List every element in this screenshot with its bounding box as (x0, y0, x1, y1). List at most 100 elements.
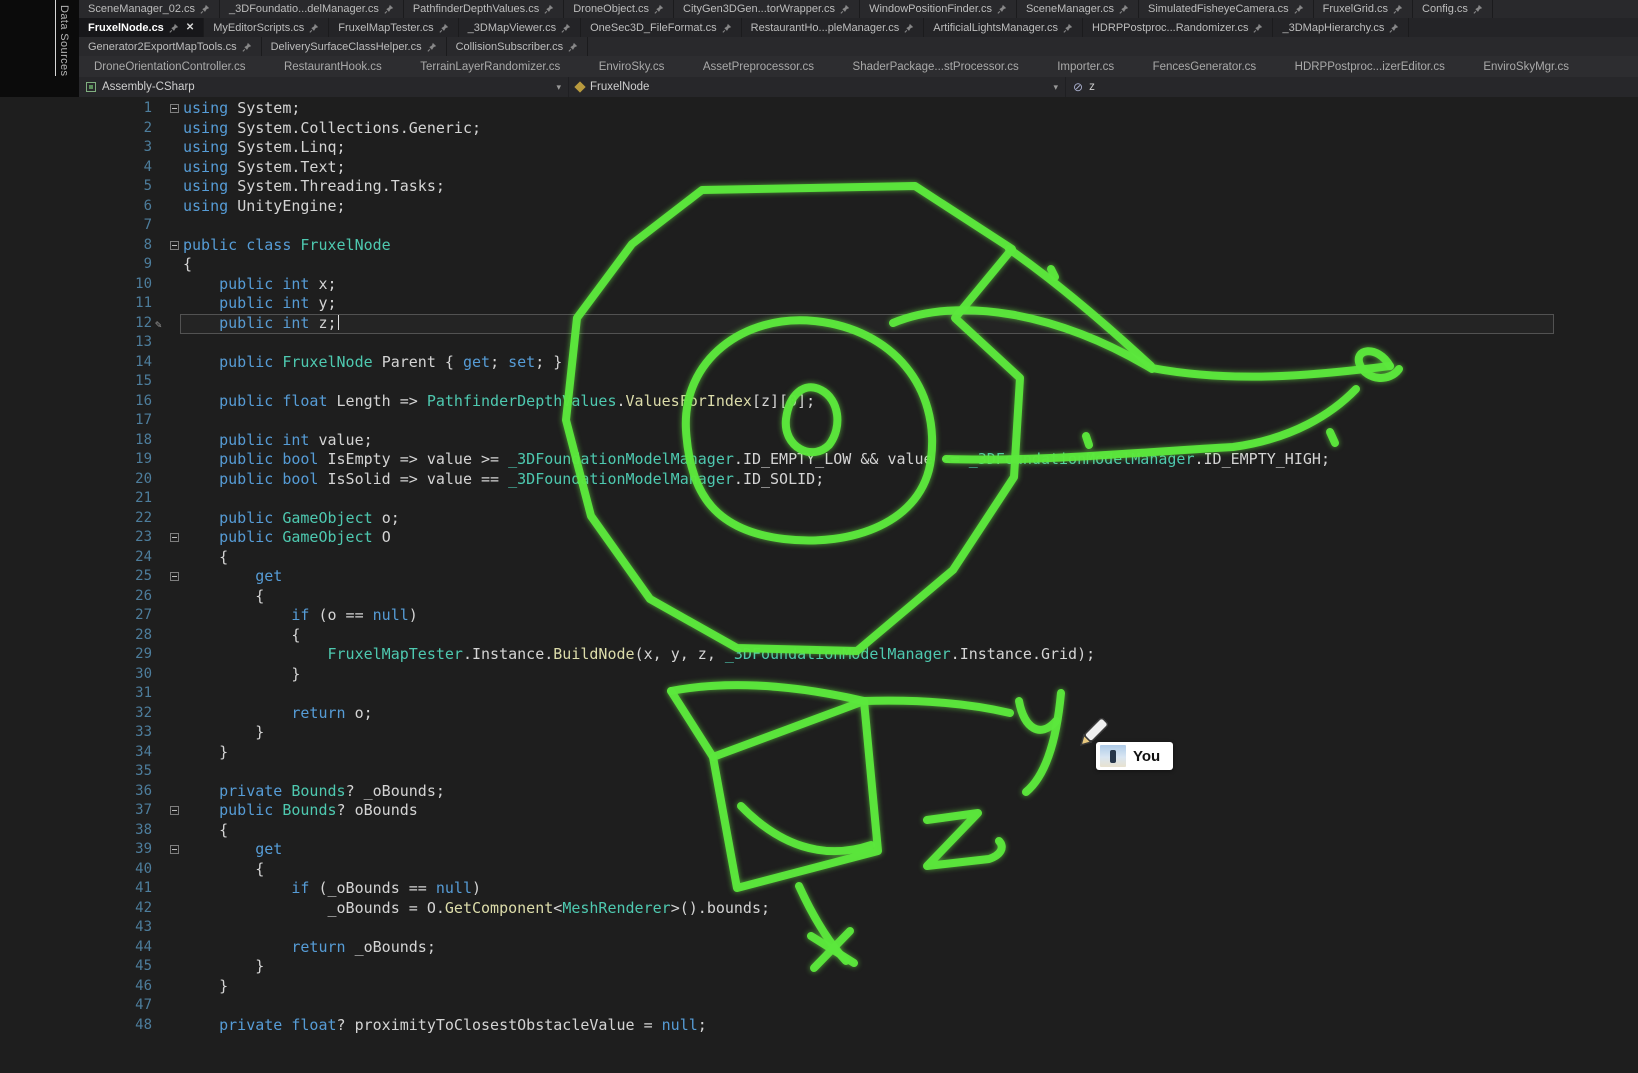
pin-icon[interactable] (568, 42, 578, 52)
code-line-22[interactable]: 22 public GameObject o; (0, 509, 1638, 529)
tab-OneSec3D_FileFormat.cs[interactable]: OneSec3D_FileFormat.cs (581, 18, 742, 37)
close-icon[interactable]: ✕ (186, 22, 194, 33)
code-line-37[interactable]: 37 public Bounds? oBounds (0, 801, 1638, 821)
pin-icon[interactable] (1389, 23, 1399, 33)
code-line-25[interactable]: 25 get (0, 567, 1638, 587)
code-line-5[interactable]: 5using System.Threading.Tasks; (0, 177, 1638, 197)
tab-Generator2ExportMapTools.cs[interactable]: Generator2ExportMapTools.cs (79, 37, 262, 56)
tab-DeliverySurfaceClassHelper.cs[interactable]: DeliverySurfaceClassHelper.cs (262, 37, 447, 56)
tab-RestaurantHook.cs[interactable]: RestaurantHook.cs (275, 56, 391, 77)
code-line-38[interactable]: 38 { (0, 821, 1638, 841)
code-line-42[interactable]: 42 _oBounds = O.GetComponent<MeshRendere… (0, 899, 1638, 919)
code-line-48[interactable]: 48 private float? proximityToClosestObst… (0, 1016, 1638, 1036)
fold-toggle[interactable] (170, 845, 179, 854)
code-line-35[interactable]: 35 (0, 762, 1638, 782)
pin-icon[interactable] (384, 4, 394, 14)
member-dropdown[interactable]: ⊘ z (1066, 77, 1638, 97)
tab-SimulatedFisheyeCamera.cs[interactable]: SimulatedFisheyeCamera.cs (1139, 0, 1314, 18)
code-line-19[interactable]: 19 public bool IsEmpty => value >= _3DFo… (0, 450, 1638, 470)
code-line-32[interactable]: 32 return o; (0, 704, 1638, 724)
code-line-40[interactable]: 40 { (0, 860, 1638, 880)
code-line-14[interactable]: 14 public FruxelNode Parent { get; set; … (0, 353, 1638, 373)
chevron-down-icon[interactable]: ▾ (556, 82, 561, 93)
tab-RestaurantHo...pleManager.cs[interactable]: RestaurantHo...pleManager.cs (742, 18, 925, 37)
code-line-47[interactable]: 47 (0, 996, 1638, 1016)
code-line-16[interactable]: 16 public float Length => PathfinderDept… (0, 392, 1638, 412)
pin-icon[interactable] (200, 4, 210, 14)
pin-icon[interactable] (1063, 23, 1073, 33)
code-line-43[interactable]: 43 (0, 918, 1638, 938)
code-line-17[interactable]: 17 (0, 411, 1638, 431)
pin-icon[interactable] (439, 23, 449, 33)
code-line-31[interactable]: 31 (0, 684, 1638, 704)
code-line-41[interactable]: 41 if (_oBounds == null) (0, 879, 1638, 899)
tab-_3DMapViewer.cs[interactable]: _3DMapViewer.cs (459, 18, 581, 37)
code-line-26[interactable]: 26 { (0, 587, 1638, 607)
code-line-18[interactable]: 18 public int value; (0, 431, 1638, 451)
pin-icon[interactable] (561, 23, 571, 33)
code-line-45[interactable]: 45 } (0, 957, 1638, 977)
code-line-34[interactable]: 34 } (0, 743, 1638, 763)
fold-toggle[interactable] (170, 806, 179, 815)
pin-icon[interactable] (242, 42, 252, 52)
tab-EnviroSkyMgr.cs[interactable]: EnviroSkyMgr.cs (1474, 56, 1578, 77)
pin-icon[interactable] (1119, 4, 1129, 14)
code-line-13[interactable]: 13 (0, 333, 1638, 353)
tab-SceneManager_02.cs[interactable]: SceneManager_02.cs (79, 0, 220, 18)
pin-icon[interactable] (654, 4, 664, 14)
fold-toggle[interactable] (170, 104, 179, 113)
fold-toggle[interactable] (170, 572, 179, 581)
pin-icon[interactable] (1253, 23, 1263, 33)
code-line-2[interactable]: 2using System.Collections.Generic; (0, 119, 1638, 139)
pin-icon[interactable] (840, 4, 850, 14)
tab-ShaderPackage...stProcessor.cs[interactable]: ShaderPackage...stProcessor.cs (844, 56, 1028, 77)
tab-FruxelNode.cs[interactable]: FruxelNode.cs✕ (79, 18, 204, 37)
code-line-1[interactable]: 1using System; (0, 99, 1638, 119)
tab-CityGen3DGen...torWrapper.cs[interactable]: CityGen3DGen...torWrapper.cs (674, 0, 860, 18)
tab-Config.cs[interactable]: Config.cs (1413, 0, 1493, 18)
pin-icon[interactable] (904, 23, 914, 33)
code-line-23[interactable]: 23 public GameObject O (0, 528, 1638, 548)
tab-CollisionSubscriber.cs[interactable]: CollisionSubscriber.cs (447, 37, 589, 56)
code-line-11[interactable]: 11 public int y; (0, 294, 1638, 314)
code-line-46[interactable]: 46 } (0, 977, 1638, 997)
pin-icon[interactable] (1393, 4, 1403, 14)
tab-FencesGenerator.cs[interactable]: FencesGenerator.cs (1144, 56, 1266, 77)
code-line-33[interactable]: 33 } (0, 723, 1638, 743)
code-line-4[interactable]: 4using System.Text; (0, 158, 1638, 178)
tab-_3DFoundatio...delManager.cs[interactable]: _3DFoundatio...delManager.cs (220, 0, 404, 18)
fold-toggle[interactable] (170, 241, 179, 250)
code-line-7[interactable]: 7 (0, 216, 1638, 236)
fold-toggle[interactable] (170, 533, 179, 542)
tab-DroneOrientationController.cs[interactable]: DroneOrientationController.cs (85, 56, 255, 77)
code-line-12[interactable]: 12✎ public int z; (0, 314, 1638, 334)
pin-icon[interactable] (309, 23, 319, 33)
chevron-down-icon[interactable]: ▾ (1053, 82, 1058, 93)
tab-FruxelMapTester.cs[interactable]: FruxelMapTester.cs (329, 18, 458, 37)
code-line-3[interactable]: 3using System.Linq; (0, 138, 1638, 158)
tab-TerrainLayerRandomizer.cs[interactable]: TerrainLayerRandomizer.cs (411, 56, 569, 77)
code-line-20[interactable]: 20 public bool IsSolid => value == _3DFo… (0, 470, 1638, 490)
pin-icon[interactable] (544, 4, 554, 14)
tab-_3DMapHierarchy.cs[interactable]: _3DMapHierarchy.cs (1273, 18, 1409, 37)
tab-PathfinderDepthValues.cs[interactable]: PathfinderDepthValues.cs (404, 0, 564, 18)
code-line-39[interactable]: 39 get (0, 840, 1638, 860)
code-line-36[interactable]: 36 private Bounds? _oBounds; (0, 782, 1638, 802)
tab-AssetPreprocessor.cs[interactable]: AssetPreprocessor.cs (694, 56, 823, 77)
code-line-10[interactable]: 10 public int x; (0, 275, 1638, 295)
tab-MyEditorScripts.cs[interactable]: MyEditorScripts.cs (204, 18, 329, 37)
tab-FruxelGrid.cs[interactable]: FruxelGrid.cs (1314, 0, 1413, 18)
code-line-6[interactable]: 6using UnityEngine; (0, 197, 1638, 217)
tab-SceneManager.cs[interactable]: SceneManager.cs (1017, 0, 1139, 18)
tab-Importer.cs[interactable]: Importer.cs (1048, 56, 1123, 77)
pin-icon[interactable] (427, 42, 437, 52)
code-line-44[interactable]: 44 return _oBounds; (0, 938, 1638, 958)
pin-icon[interactable] (722, 23, 732, 33)
tab-ArtificialLightsManager.cs[interactable]: ArtificialLightsManager.cs (924, 18, 1083, 37)
code-line-29[interactable]: 29 FruxelMapTester.Instance.BuildNode(x,… (0, 645, 1638, 665)
tab-HDRPPostproc...izerEditor.cs[interactable]: HDRPPostproc...izerEditor.cs (1286, 56, 1454, 77)
tab-EnviroSky.cs[interactable]: EnviroSky.cs (590, 56, 674, 77)
project-dropdown[interactable]: Assembly-CSharp ▾ (79, 77, 569, 97)
tab-HDRPPostproc...Randomizer.cs[interactable]: HDRPPostproc...Randomizer.cs (1083, 18, 1274, 37)
code-line-15[interactable]: 15 (0, 372, 1638, 392)
